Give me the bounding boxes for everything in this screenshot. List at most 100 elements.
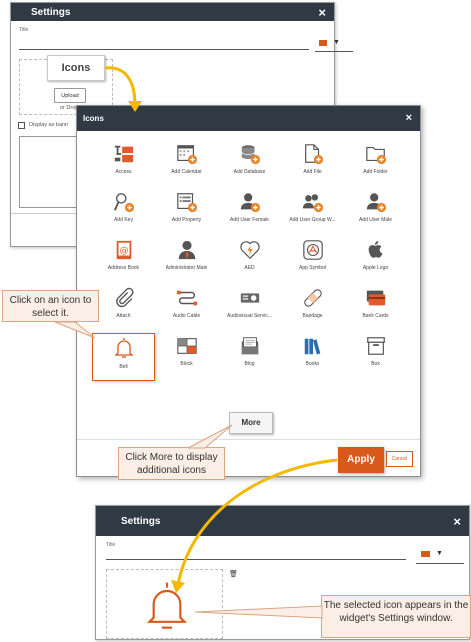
- icon-cell-apple-logo[interactable]: Apple Logo: [344, 237, 407, 285]
- icon-cell-add-database[interactable]: Add Database: [218, 141, 281, 189]
- icon-label: Books: [305, 361, 320, 367]
- icon-cell-add-calendar[interactable]: Add Calendar: [155, 141, 218, 189]
- title-field-label: Title: [106, 542, 116, 548]
- color-picker-underline: [416, 563, 464, 564]
- icon-cell-add-key[interactable]: Add Key: [92, 189, 155, 237]
- add-calendar-icon: [176, 145, 197, 165]
- icon-cell-aed[interactable]: AED: [218, 237, 281, 285]
- color-swatch: [319, 39, 327, 46]
- icon-label: App Symbol: [299, 265, 326, 271]
- icon-drop-zone[interactable]: [106, 569, 223, 639]
- block-icon: [176, 338, 197, 354]
- icon-label: Box: [371, 361, 380, 367]
- callout-more-icons: Click More to display additional icons: [118, 447, 225, 480]
- settings-header: Settings ×: [96, 506, 469, 536]
- attach-icon: [115, 287, 134, 308]
- icon-cell-add-user-female[interactable]: Add User Female: [218, 189, 281, 237]
- icons-dialog-header: Icons ×: [77, 106, 420, 131]
- icon-cell-app-symbol[interactable]: App Symbol: [281, 237, 344, 285]
- close-icon[interactable]: ×: [453, 515, 461, 528]
- icon-label: Add Key: [114, 217, 133, 223]
- icon-label: Add Calendar: [171, 169, 202, 175]
- icon-label: Add Database: [233, 169, 266, 175]
- icons-callout-label: Icons: [47, 55, 105, 81]
- icon-cell-audio-cable[interactable]: Audio Cable: [155, 285, 218, 333]
- bell-icon: [147, 582, 187, 629]
- books-icon: [304, 338, 320, 355]
- administrator-male-icon: [178, 240, 195, 260]
- display-as-banner-checkbox[interactable]: [18, 122, 25, 129]
- icon-cell-bandage[interactable]: Bandage: [281, 285, 344, 333]
- icon-cell-attach[interactable]: Attach: [92, 285, 155, 333]
- icon-cell-administrator-male[interactable]: Administrator Male: [155, 237, 218, 285]
- icon-label: Audiovisual Servic...: [226, 313, 273, 319]
- address-book-icon: @: [116, 240, 131, 260]
- settings-header: Settings ×: [11, 3, 334, 21]
- icon-label: Add Folder: [363, 169, 388, 175]
- apple-logo-icon: [368, 241, 382, 258]
- add-folder-icon: [365, 146, 386, 165]
- trash-icon[interactable]: 🗑: [229, 570, 238, 578]
- add-property-icon: [176, 193, 197, 213]
- icon-cell-bell[interactable]: Bell: [92, 333, 155, 381]
- icon-cell-add-user-group[interactable]: Add User Group W...: [281, 189, 344, 237]
- dialog-footer-divider: [77, 439, 420, 440]
- bank-cards-icon: [366, 290, 385, 306]
- app-symbol-icon: [302, 240, 323, 260]
- icon-cell-add-folder[interactable]: Add Folder: [344, 141, 407, 189]
- access-icon: [114, 145, 133, 163]
- icon-label: Access: [115, 169, 132, 175]
- title-input[interactable]: [106, 559, 406, 560]
- icon-cell-books[interactable]: Books: [281, 333, 344, 381]
- icon-label: Bell: [119, 364, 128, 370]
- icon-cell-add-user-male[interactable]: Add User Male: [344, 189, 407, 237]
- display-as-banner-label: Display as bann: [29, 122, 69, 128]
- close-icon[interactable]: ×: [318, 6, 326, 19]
- color-picker[interactable]: ▼: [319, 39, 340, 46]
- icon-cell-blog[interactable]: Blog: [218, 333, 281, 381]
- add-file-icon: [304, 144, 323, 165]
- icon-cell-add-file[interactable]: Add File: [281, 141, 344, 189]
- bandage-icon: [303, 289, 322, 307]
- chevron-down-icon: ▼: [333, 39, 340, 46]
- icon-cell-box[interactable]: Box: [344, 333, 407, 381]
- add-key-icon: [113, 193, 134, 213]
- icon-label: Add File: [303, 169, 322, 175]
- cancel-button[interactable]: Cancel: [386, 451, 413, 467]
- blog-icon: [241, 337, 258, 355]
- icon-cell-bank-cards[interactable]: Bank Cards: [344, 285, 407, 333]
- upload-button[interactable]: Upload: [54, 88, 86, 103]
- add-database-icon: [240, 145, 260, 165]
- icon-label: Add User Group W...: [289, 217, 336, 223]
- icon-label: Attach: [116, 313, 131, 319]
- callout-select-icon: Click on an icon to select it.: [2, 290, 99, 322]
- icon-cell-access[interactable]: Access: [92, 141, 155, 189]
- icon-cell-block[interactable]: Block: [155, 333, 218, 381]
- svg-text:@: @: [119, 245, 128, 256]
- add-user-female-icon: [240, 193, 260, 213]
- icon-label: AED: [244, 265, 255, 271]
- apply-button[interactable]: Apply: [338, 447, 384, 473]
- audio-cable-icon: [176, 290, 197, 306]
- more-button[interactable]: More: [229, 412, 273, 434]
- box-icon: [366, 337, 385, 355]
- add-user-male-icon: [366, 193, 386, 213]
- settings-title: Settings: [31, 6, 71, 18]
- icon-label: Blog: [244, 361, 255, 367]
- icon-label: Bank Cards: [362, 313, 389, 319]
- icon-label: Address Book: [107, 265, 140, 271]
- icons-dialog-title: Icons: [83, 114, 104, 123]
- audiovisual-icon: [240, 293, 259, 303]
- title-field-label: Title: [19, 27, 29, 33]
- icon-cell-add-property[interactable]: Add Property: [155, 189, 218, 237]
- color-picker[interactable]: ▼: [421, 550, 443, 557]
- callout-selected-icon: The selected icon appears in the widget'…: [321, 595, 471, 638]
- icon-grid: Access Add Calendar Add Database Add Fil…: [92, 141, 407, 381]
- icon-cell-address-book[interactable]: @ Address Book: [92, 237, 155, 285]
- close-icon[interactable]: ×: [406, 113, 412, 124]
- icon-label: Add User Male: [358, 217, 393, 223]
- chevron-down-icon: ▼: [436, 550, 443, 557]
- icon-cell-audiovisual[interactable]: Audiovisual Servic...: [218, 285, 281, 333]
- title-input[interactable]: [19, 49, 309, 50]
- aed-icon: [239, 241, 260, 260]
